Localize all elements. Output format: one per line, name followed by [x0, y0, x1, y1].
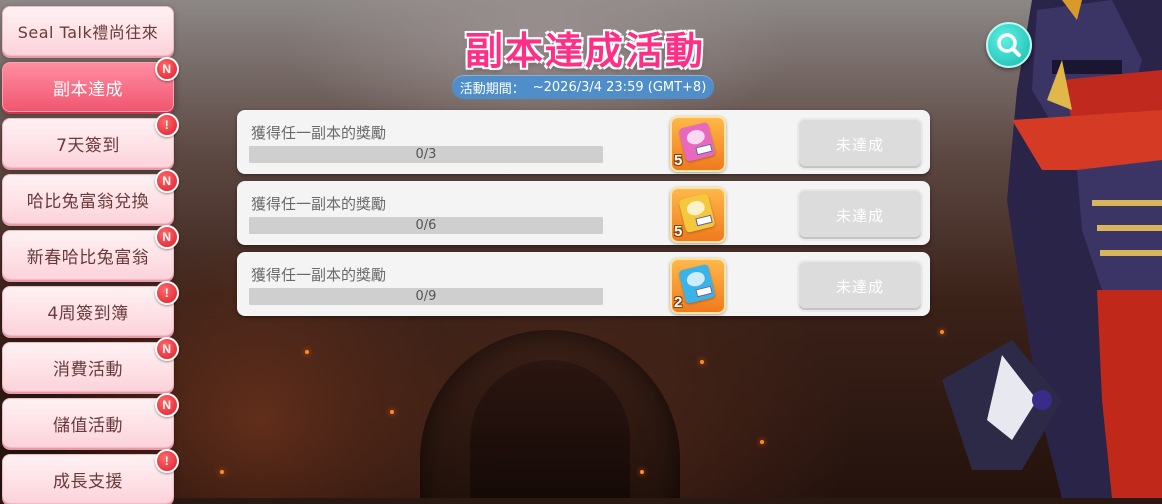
new-badge: N: [155, 337, 179, 361]
alert-badge: !: [155, 281, 179, 305]
search-button[interactable]: [986, 22, 1032, 68]
claim-status-button[interactable]: 未達成: [797, 118, 923, 170]
ember: [220, 470, 224, 474]
menu-item-label: 消費活動: [53, 359, 123, 380]
ember: [305, 350, 309, 354]
menu-item-new-year-rabbit[interactable]: 新春哈比兔富翁 N: [2, 225, 179, 280]
quest-progress-bar: 0/3: [249, 146, 603, 163]
new-badge: N: [155, 57, 179, 81]
quest-progress-text: 0/6: [415, 218, 437, 233]
reward-slot[interactable]: 2: [670, 258, 726, 314]
menu-item-dungeon-achievement[interactable]: 副本達成 N: [2, 57, 179, 112]
pink-ticket-icon: [678, 121, 716, 163]
menu-item-growth-support[interactable]: 成長支援 !: [2, 449, 179, 504]
menu-item-label: 4周簽到簿: [47, 303, 129, 324]
claim-status-button[interactable]: 未達成: [797, 260, 923, 312]
blue-ticket-icon: [678, 263, 716, 305]
new-badge: N: [155, 225, 179, 249]
event-period-label: 活動期間：: [459, 81, 525, 97]
event-period-value: ~2026/3/4 23:59 (GMT+8): [532, 79, 707, 95]
menu-item-7-day-checkin[interactable]: 7天簽到 !: [2, 113, 179, 168]
knight-character: [942, 0, 1162, 498]
quest-title: 獲得任一副本的獎勵: [251, 124, 387, 142]
ember: [640, 470, 644, 474]
menu-item-rabbit-exchange[interactable]: 哈比兔富翁兌換 N: [2, 169, 179, 224]
new-badge: N: [155, 169, 179, 193]
menu-item-spending-event[interactable]: 消費活動 N: [2, 337, 179, 392]
ember: [700, 360, 704, 364]
quest-progress-text: 0/3: [415, 147, 437, 162]
quest-progress-text: 0/9: [415, 289, 437, 304]
event-period-pill: 活動期間： ~2026/3/4 23:59 (GMT+8): [452, 75, 714, 99]
menu-item-label: 副本達成: [53, 79, 123, 100]
quest-row: 獲得任一副本的獎勵 0/9 2 未達成: [237, 252, 930, 316]
quest-title: 獲得任一副本的獎勵: [251, 266, 387, 284]
ember: [390, 410, 394, 414]
menu-item-label: 7天簽到: [56, 135, 120, 156]
reward-slot[interactable]: 5: [670, 187, 726, 243]
reward-slot[interactable]: 5: [670, 116, 726, 172]
menu-item-label: 新春哈比兔富翁: [26, 247, 150, 268]
quest-progress-bar: 0/9: [249, 288, 603, 305]
quest-progress-bar: 0/6: [249, 217, 603, 234]
ember: [760, 440, 764, 444]
reward-quantity: 5: [674, 152, 683, 169]
quest-title: 獲得任一副本的獎勵: [251, 195, 387, 213]
claim-status-button[interactable]: 未達成: [797, 189, 923, 241]
reward-quantity: 5: [674, 223, 683, 240]
menu-item-label: 儲值活動: [53, 415, 123, 436]
menu-item-topup-event[interactable]: 儲值活動 N: [2, 393, 179, 448]
reward-quantity: 2: [674, 294, 683, 311]
quest-row: 獲得任一副本的獎勵 0/3 5 未達成: [237, 110, 930, 174]
menu-item-label: 成長支援: [53, 471, 123, 492]
alert-badge: !: [155, 113, 179, 137]
page-title: 副本達成活動: [464, 29, 705, 73]
menu-item-label: Seal Talk禮尚往來: [17, 23, 159, 42]
menu-item-label: 哈比兔富翁兌換: [26, 191, 150, 212]
menu-item-seal-talk[interactable]: Seal Talk禮尚往來: [2, 6, 174, 56]
search-icon: [997, 33, 1021, 57]
menu-item-4-week-checkin[interactable]: 4周簽到簿 !: [2, 281, 179, 336]
alert-badge: !: [155, 449, 179, 473]
quest-row: 獲得任一副本的獎勵 0/6 5 未達成: [237, 181, 930, 245]
new-badge: N: [155, 393, 179, 417]
yellow-ticket-icon: [678, 192, 716, 234]
